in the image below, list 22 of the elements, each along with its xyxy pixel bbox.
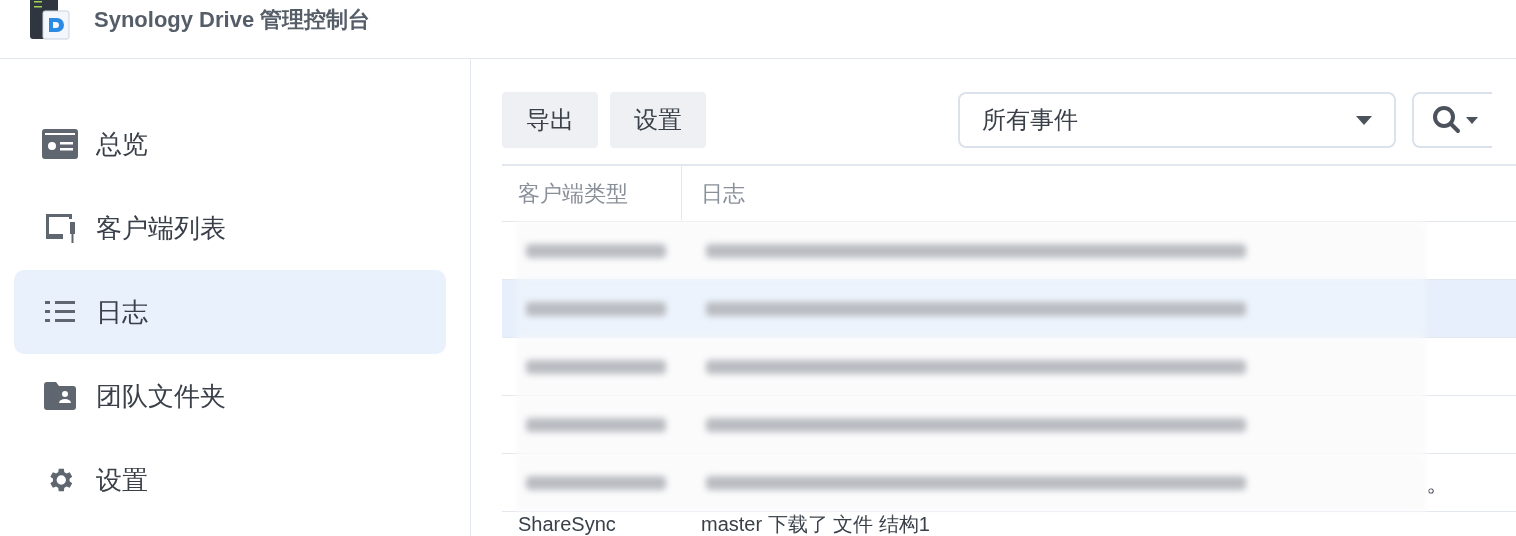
folder-user-icon bbox=[44, 382, 76, 410]
sidebar-item[interactable]: 日志 bbox=[14, 270, 446, 354]
event-filter-dropdown[interactable]: 所有事件 bbox=[958, 92, 1396, 148]
sidebar-item[interactable]: 总览 bbox=[14, 102, 446, 186]
search-icon bbox=[1432, 105, 1462, 135]
sidebar-item[interactable]: 团队文件夹 bbox=[14, 354, 446, 438]
table-row[interactable]: ShareSync master 下载了 文件 结构1 bbox=[502, 512, 1516, 536]
caret-icon bbox=[1466, 116, 1478, 124]
table-cell-text: master 下载了 文件 结构1 bbox=[700, 513, 930, 535]
toolbar-button[interactable]: 设置 bbox=[610, 92, 706, 148]
table-cell-text: ShareSync bbox=[517, 513, 617, 535]
list-icon bbox=[45, 300, 75, 324]
search-button[interactable] bbox=[1412, 92, 1492, 148]
monitor-icon bbox=[43, 211, 77, 245]
sidebar-item[interactable]: 设置 bbox=[14, 438, 446, 522]
sidebar-item[interactable]: 客户端列表 bbox=[14, 186, 446, 270]
caret-icon bbox=[1356, 115, 1372, 125]
app-title: Synology Drive 管理控制台 bbox=[94, 5, 371, 34]
toolbar-button[interactable]: 导出 bbox=[502, 92, 598, 148]
log-text-tail: 。 bbox=[1426, 467, 1450, 498]
id-card-icon bbox=[42, 129, 78, 159]
table-row[interactable]: 。 bbox=[502, 454, 1516, 512]
